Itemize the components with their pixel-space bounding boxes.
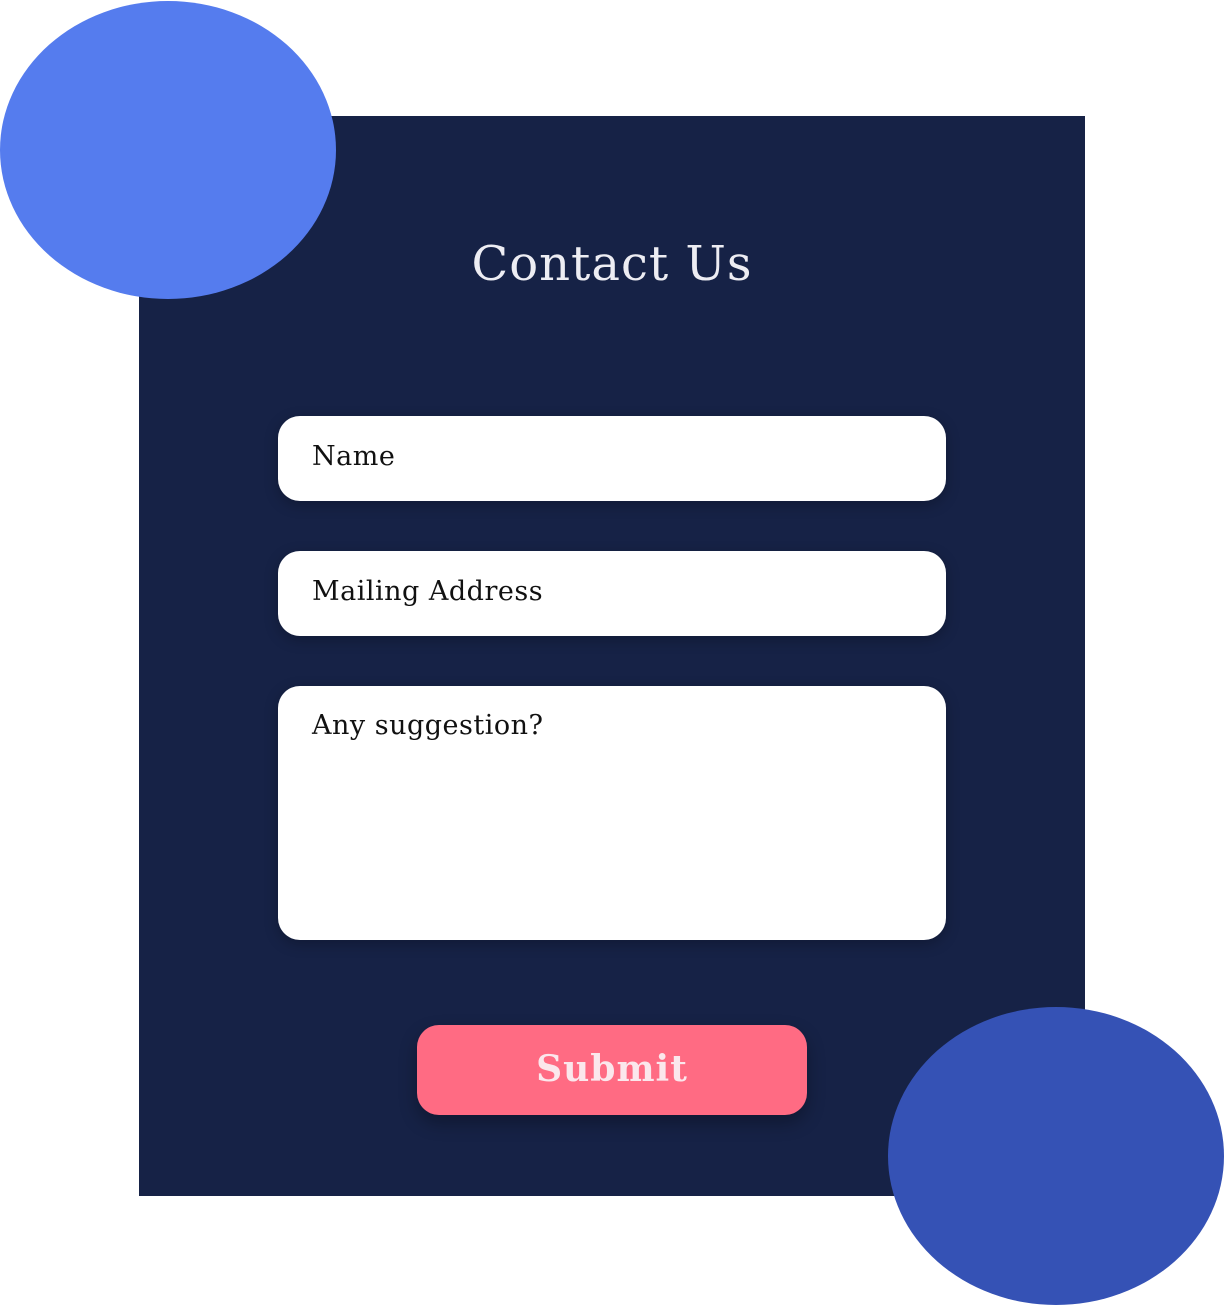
name-field[interactable]: Name bbox=[278, 416, 946, 501]
suggestion-textarea[interactable]: Any suggestion? bbox=[278, 686, 946, 940]
submit-button[interactable]: Submit bbox=[417, 1025, 807, 1115]
mailing-address-field[interactable]: Mailing Address bbox=[278, 551, 946, 636]
contact-page: Contact Us Name Mailing Address Any sugg… bbox=[0, 0, 1224, 1306]
page-title: Contact Us bbox=[471, 236, 753, 292]
decorative-circle-bottom-right bbox=[888, 1007, 1224, 1305]
